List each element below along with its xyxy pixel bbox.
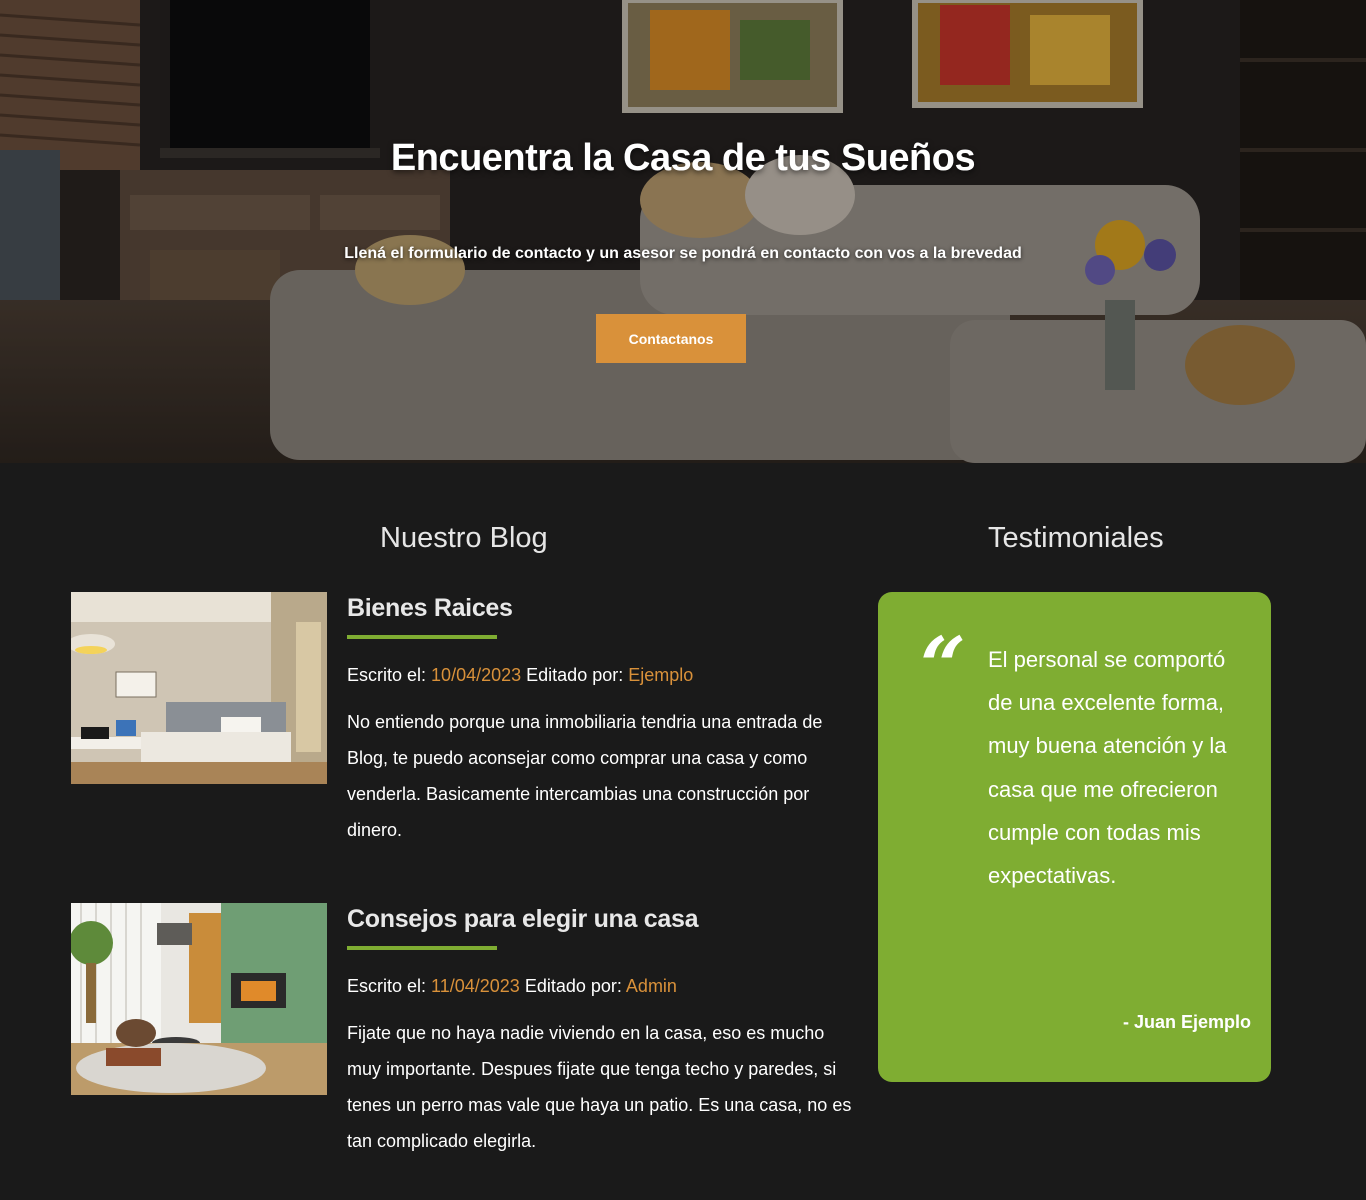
testimonial-author: - Juan Ejemplo [1122, 1012, 1251, 1032]
quote-icon: “ [920, 619, 967, 713]
title-underline [347, 635, 497, 639]
post-author: Admin [625, 976, 677, 996]
blog-post-text: No entiendo porque una inmobiliaria tend… [347, 712, 823, 840]
post-date: 11/04/2023 [431, 976, 520, 996]
contact-button[interactable]: Contactanos [596, 314, 746, 363]
blog-post-meta: Escrito el: 11/04/2023 Editado por: Admi… [347, 976, 861, 997]
blog-post-image-living-room[interactable] [71, 903, 327, 1095]
title-underline [347, 946, 497, 950]
blog-section-title: Nuestro Blog [380, 522, 548, 554]
hero-banner: Encuentra la Casa de tus Sueños Llená el… [0, 0, 1366, 463]
hero-subtitle: Llená el formulario de contacto y un ase… [344, 245, 1022, 262]
main-content: Nuestro Blog Testimoniales Bienes Raices… [0, 463, 1366, 1200]
hero-content: Encuentra la Casa de tus Sueños Llená el… [0, 0, 1366, 463]
post-author: Ejemplo [628, 665, 694, 685]
blog-post-body: Consejos para elegir una casa Escrito el… [347, 903, 861, 1159]
hero-title: Encuentra la Casa de tus Sueños [390, 137, 976, 179]
blog-post-title[interactable]: Bienes Raices [347, 594, 861, 623]
blog-post-image-bedroom[interactable] [71, 592, 327, 784]
blog-post-body: Bienes Raices Escrito el: 10/04/2023 Edi… [347, 592, 861, 848]
edited-label: Editado por: [526, 665, 624, 685]
testimonial-text: El personal se comportó de una excelente… [988, 647, 1227, 889]
testimonial-card: “ El personal se comportó de una excelen… [878, 592, 1271, 1082]
edited-label: Editado por: [524, 976, 622, 996]
blog-post-meta: Escrito el: 10/04/2023 Editado por: Ejem… [347, 665, 861, 686]
blog-post-title[interactable]: Consejos para elegir una casa [347, 905, 861, 934]
testimonials-section-title: Testimoniales [988, 522, 1164, 554]
post-date: 10/04/2023 [431, 665, 522, 685]
written-label: Escrito el: [347, 976, 427, 996]
blog-post-text: Fijate que no haya nadie viviendo en la … [347, 1023, 852, 1151]
written-label: Escrito el: [347, 665, 427, 685]
